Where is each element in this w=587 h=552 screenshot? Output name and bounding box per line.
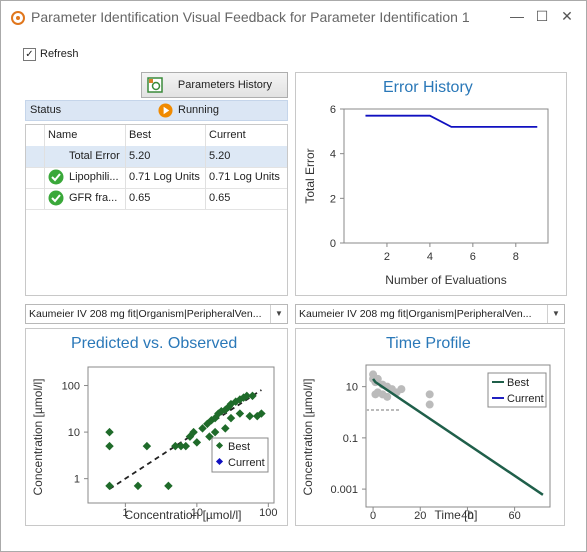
chevron-down-icon[interactable]: ▼ bbox=[547, 305, 564, 323]
row-current: 5.20 bbox=[209, 150, 231, 162]
x-tick-label: 2 bbox=[384, 251, 390, 263]
x-tick-label: 4 bbox=[427, 251, 433, 263]
app-icon bbox=[11, 11, 25, 25]
x-tick-label: 1 bbox=[122, 507, 128, 519]
select-right-value: Kaumeier IV 208 mg fit|Organism|Peripher… bbox=[299, 308, 532, 320]
title-bar: Parameter Identification Visual Feedback… bbox=[1, 1, 586, 33]
y-tick-label: 10 bbox=[68, 427, 80, 439]
status-label: Status bbox=[30, 104, 62, 116]
column-header-current[interactable]: Current bbox=[209, 129, 246, 141]
observed-point bbox=[397, 385, 406, 394]
table-row[interactable]: GFR fra... 0.65 0.65 bbox=[26, 188, 287, 210]
y-tick-label: 0.1 bbox=[343, 433, 358, 445]
parameters-history-button[interactable]: Parameters History bbox=[141, 72, 288, 98]
y-axis-label: Total Error bbox=[303, 148, 317, 203]
close-button[interactable]: ✕ bbox=[556, 7, 578, 25]
time-profile-panel: Time Profile Concentration [µmol/l] Time… bbox=[295, 328, 565, 526]
grid-divider bbox=[125, 125, 126, 209]
maximize-button[interactable]: ☐ bbox=[531, 7, 553, 25]
x-axis-label: Concentration [µmol/l] bbox=[125, 508, 242, 522]
row-name: Total Error bbox=[69, 150, 120, 162]
observed-data-select-right[interactable]: Kaumeier IV 208 mg fit|Organism|Peripher… bbox=[295, 304, 565, 324]
legend-current-label: Current bbox=[507, 393, 544, 405]
y-tick-label: 100 bbox=[62, 381, 80, 393]
y-tick-label: 10 bbox=[346, 382, 358, 394]
legend-best-label: Best bbox=[507, 377, 529, 389]
x-tick-label: 100 bbox=[259, 507, 277, 519]
observed-point bbox=[383, 392, 392, 401]
x-tick-label: 40 bbox=[461, 510, 473, 522]
legend: Best Current bbox=[211, 437, 269, 473]
parameters-grid: Name Best Current Total Error 5.20 5.20 … bbox=[25, 124, 288, 296]
status-value: Running bbox=[178, 104, 219, 116]
table-row[interactable]: Lipophili... 0.71 Log Units 0.71 Log Uni… bbox=[26, 167, 287, 189]
column-header-name[interactable]: Name bbox=[48, 129, 77, 141]
refresh-label: Refresh bbox=[40, 48, 79, 60]
pred-vs-obs-panel: Predicted vs. Observed Concentration [µm… bbox=[25, 328, 288, 526]
checkbox-check-icon[interactable]: ✓ bbox=[23, 47, 36, 61]
row-best: 5.20 bbox=[129, 150, 151, 162]
history-icon bbox=[147, 77, 163, 93]
plot-area bbox=[87, 366, 275, 504]
pred-vs-obs-chart: Concentration [µmol/l] Concentration [µm… bbox=[31, 366, 278, 522]
legend-current-label: Current bbox=[228, 457, 265, 469]
grid-header: Name Best Current bbox=[26, 125, 287, 147]
row-current: 0.65 bbox=[209, 192, 231, 204]
chevron-down-icon[interactable]: ▼ bbox=[270, 305, 287, 323]
row-best: 0.71 Log Units bbox=[129, 171, 200, 183]
x-tick-label: 0 bbox=[370, 510, 376, 522]
main-window: Parameter Identification Visual Feedback… bbox=[0, 0, 587, 552]
refresh-checkbox[interactable]: ✓ Refresh bbox=[23, 46, 79, 62]
y-axis-label: Concentration [µmol/l] bbox=[301, 379, 315, 496]
x-axis-label: Number of Evaluations bbox=[385, 273, 506, 287]
x-tick-label: 60 bbox=[508, 510, 520, 522]
status-bar: Status Running bbox=[25, 100, 288, 121]
y-tick-label: 4 bbox=[330, 149, 336, 161]
select-left-value: Kaumeier IV 208 mg fit|Organism|Peripher… bbox=[29, 308, 262, 320]
column-header-best[interactable]: Best bbox=[129, 129, 151, 141]
time-profile-chart: Concentration [µmol/l] Time [h] 0 20 40 601… bbox=[301, 364, 551, 522]
legend-best-label: Best bbox=[228, 441, 250, 453]
grid-divider bbox=[44, 125, 45, 209]
error-history-chart: Total Error Number of Evaluations 2 4 6 8 0 2… bbox=[303, 104, 549, 287]
y-tick-label: 0 bbox=[330, 238, 336, 250]
x-tick-label: 8 bbox=[513, 251, 519, 263]
y-tick-label: 0.001 bbox=[330, 484, 358, 496]
observed-point bbox=[425, 390, 434, 399]
error-history-panel: Error History Total Error Number of Eval… bbox=[295, 72, 567, 296]
parameters-history-label: Parameters History bbox=[177, 79, 273, 91]
check-circle-icon bbox=[48, 190, 64, 206]
row-best: 0.65 bbox=[129, 192, 151, 204]
y-tick-label: 1 bbox=[74, 474, 80, 486]
row-name: GFR fra... bbox=[69, 192, 118, 204]
legend: Best Current bbox=[487, 372, 547, 408]
running-icon bbox=[158, 103, 173, 118]
row-current: 0.71 Log Units bbox=[209, 171, 280, 183]
check-circle-icon bbox=[48, 169, 64, 185]
row-name: Lipophili... bbox=[69, 171, 119, 183]
observed-data-select-left[interactable]: Kaumeier IV 208 mg fit|Organism|Peripher… bbox=[25, 304, 288, 324]
minimize-button[interactable]: — bbox=[506, 7, 528, 25]
y-axis-label: Concentration [µmol/l] bbox=[31, 379, 45, 496]
x-tick-label: 20 bbox=[414, 510, 426, 522]
y-tick-label: 6 bbox=[330, 104, 336, 116]
window-title: Parameter Identification Visual Feedback… bbox=[31, 9, 470, 25]
plot-area bbox=[343, 108, 549, 244]
x-tick-label: 6 bbox=[470, 251, 476, 263]
table-row[interactable]: Total Error 5.20 5.20 bbox=[26, 146, 287, 168]
y-tick-label: 2 bbox=[330, 193, 336, 205]
observed-point bbox=[425, 400, 434, 409]
x-tick-label: 10 bbox=[191, 507, 203, 519]
grid-divider bbox=[205, 125, 206, 209]
